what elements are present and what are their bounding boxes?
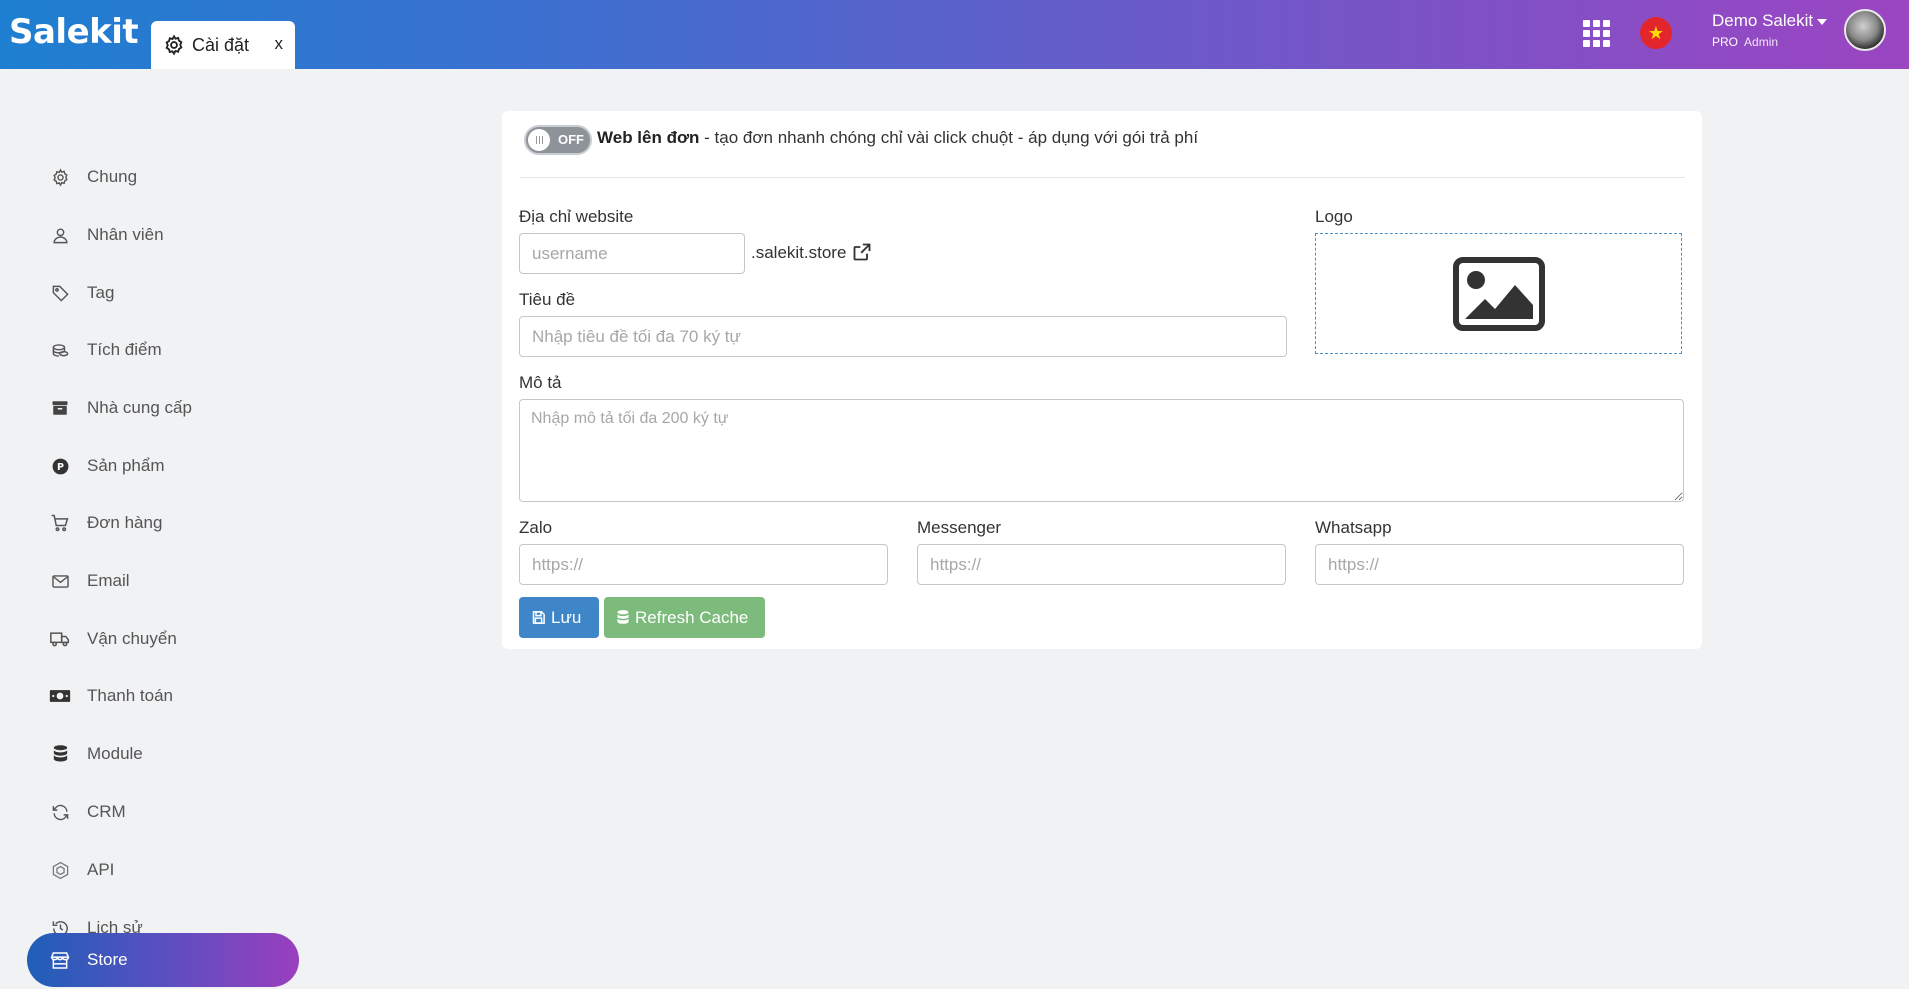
truck-icon	[49, 628, 71, 650]
sidebar-item-nhan-vien[interactable]: Nhân viên	[27, 208, 299, 262]
whatsapp-label: Whatsapp	[1315, 518, 1392, 537]
svg-text:P: P	[57, 462, 64, 473]
user-subtitle: PRO Admin	[1712, 35, 1778, 49]
sidebar-item-label: Module	[87, 744, 143, 763]
zalo-label: Zalo	[519, 518, 553, 537]
store-settings-card: OFF Web lên đơn - tạo đơn nhanh chóng ch…	[502, 111, 1702, 649]
apps-grid-icon[interactable]	[1583, 20, 1611, 48]
mail-icon	[49, 570, 71, 592]
sidebar-item-label: Nhân viên	[87, 225, 164, 244]
save-button[interactable]: Lưu	[519, 597, 599, 638]
image-placeholder-icon	[1452, 256, 1545, 331]
user-role: Admin	[1744, 35, 1779, 49]
messenger-label: Messenger	[917, 518, 1002, 537]
database-icon	[617, 610, 629, 624]
sidebar-item-label: Thanh toán	[87, 686, 174, 705]
description-label: Mô tả	[519, 373, 562, 392]
sidebar-item-store[interactable]: Store	[27, 933, 299, 987]
feature-headline: Web lên đơn - tạo đơn nhanh chóng chỉ và…	[597, 128, 1198, 148]
user-name: Demo Salekit	[1712, 11, 1814, 30]
sync-icon	[49, 801, 71, 823]
refresh-cache-button-label: Refresh Cache	[635, 607, 749, 627]
sidebar-item-crm[interactable]: CRM	[27, 785, 299, 839]
sidebar: Chung Nhân viên Tag Tích điểm Nhà cung c…	[0, 69, 310, 989]
sidebar-item-nha-cung-cap[interactable]: Nhà cung cấp	[27, 381, 299, 435]
logo-label: Logo	[1315, 207, 1353, 226]
sidebar-item-van-chuyen[interactable]: Vận chuyển	[27, 612, 299, 666]
title-label: Tiêu đề	[519, 290, 576, 309]
user-plan: PRO	[1712, 35, 1739, 49]
refresh-cache-button[interactable]: Refresh Cache	[604, 597, 765, 638]
sidebar-item-label: Chung	[87, 167, 138, 186]
avatar[interactable]	[1844, 9, 1886, 51]
feature-title: Web lên đơn	[597, 128, 700, 147]
sidebar-item-label: Tích điểm	[87, 340, 162, 359]
flag-star: ★	[1647, 22, 1665, 43]
website-subdomain-input[interactable]	[519, 233, 745, 274]
save-button-label: Lưu	[551, 607, 582, 627]
tab-label: Cài đặt	[192, 34, 250, 55]
sidebar-item-label: CRM	[87, 802, 126, 821]
coins-icon	[49, 339, 71, 361]
title-input[interactable]	[519, 316, 1287, 357]
messenger-input[interactable]	[917, 544, 1286, 585]
sidebar-item-label: Store	[87, 950, 128, 969]
sidebar-item-module[interactable]: Module	[27, 727, 299, 781]
web-order-toggle[interactable]: OFF	[524, 125, 592, 155]
api-icon	[49, 859, 71, 881]
database-icon	[49, 743, 71, 765]
product-icon: P	[49, 455, 71, 477]
sidebar-item-label: Đơn hàng	[87, 513, 163, 532]
logo-upload[interactable]	[1315, 233, 1682, 354]
sidebar-item-label: Email	[87, 571, 130, 590]
sidebar-item-api[interactable]: API	[27, 843, 299, 897]
app-logo[interactable]: Salekit	[9, 12, 139, 52]
gear-icon	[49, 166, 71, 188]
user-menu[interactable]: Demo Salekit	[1712, 11, 1828, 31]
sidebar-item-label: Sản phẩm	[87, 456, 165, 475]
sidebar-item-label: API	[87, 860, 115, 879]
toggle-knob	[528, 129, 550, 151]
user-icon	[49, 224, 71, 246]
sidebar-item-label: Nhà cung cấp	[87, 398, 192, 417]
archive-icon	[49, 397, 71, 419]
sidebar-item-san-pham[interactable]: P Sản phẩm	[27, 439, 299, 493]
sidebar-item-tich-diem[interactable]: Tích điểm	[27, 323, 299, 377]
sidebar-item-email[interactable]: Email	[27, 554, 299, 608]
external-link-icon[interactable]	[852, 242, 872, 262]
tab-settings[interactable]: Cài đặt x	[151, 21, 295, 69]
website-label: Địa chỉ website	[519, 207, 634, 226]
money-icon	[49, 685, 71, 707]
sidebar-item-label: Vận chuyển	[87, 629, 177, 648]
domain-suffix: .salekit.store	[751, 243, 847, 262]
caret-down-icon	[1817, 18, 1828, 25]
sidebar-item-chung[interactable]: Chung	[27, 150, 299, 204]
sidebar-item-thanh-toan[interactable]: Thanh toán	[27, 669, 299, 723]
tag-icon	[49, 282, 71, 304]
cart-icon	[49, 512, 71, 534]
sidebar-item-label: Tag	[87, 283, 115, 302]
toggle-state: OFF	[558, 132, 584, 147]
sidebar-item-don-hang[interactable]: Đơn hàng	[27, 496, 299, 550]
top-header: Salekit Cài đặt x ★ Demo Salekit PRO Admi…	[0, 0, 1909, 69]
page-scrollbar[interactable]	[1901, 69, 1909, 989]
description-textarea[interactable]	[519, 399, 1684, 502]
store-icon	[49, 949, 71, 971]
vietnam-flag-icon[interactable]: ★	[1640, 17, 1672, 49]
tab-close-button[interactable]: x	[275, 34, 284, 54]
divider	[520, 177, 1685, 178]
sidebar-item-tag[interactable]: Tag	[27, 266, 299, 320]
floppy-disk-icon	[532, 611, 545, 624]
gear-icon	[165, 34, 183, 56]
feature-description: - tạo đơn nhanh chóng chỉ vài click chuộ…	[699, 128, 1199, 147]
zalo-input[interactable]	[519, 544, 888, 585]
whatsapp-input[interactable]	[1315, 544, 1684, 585]
